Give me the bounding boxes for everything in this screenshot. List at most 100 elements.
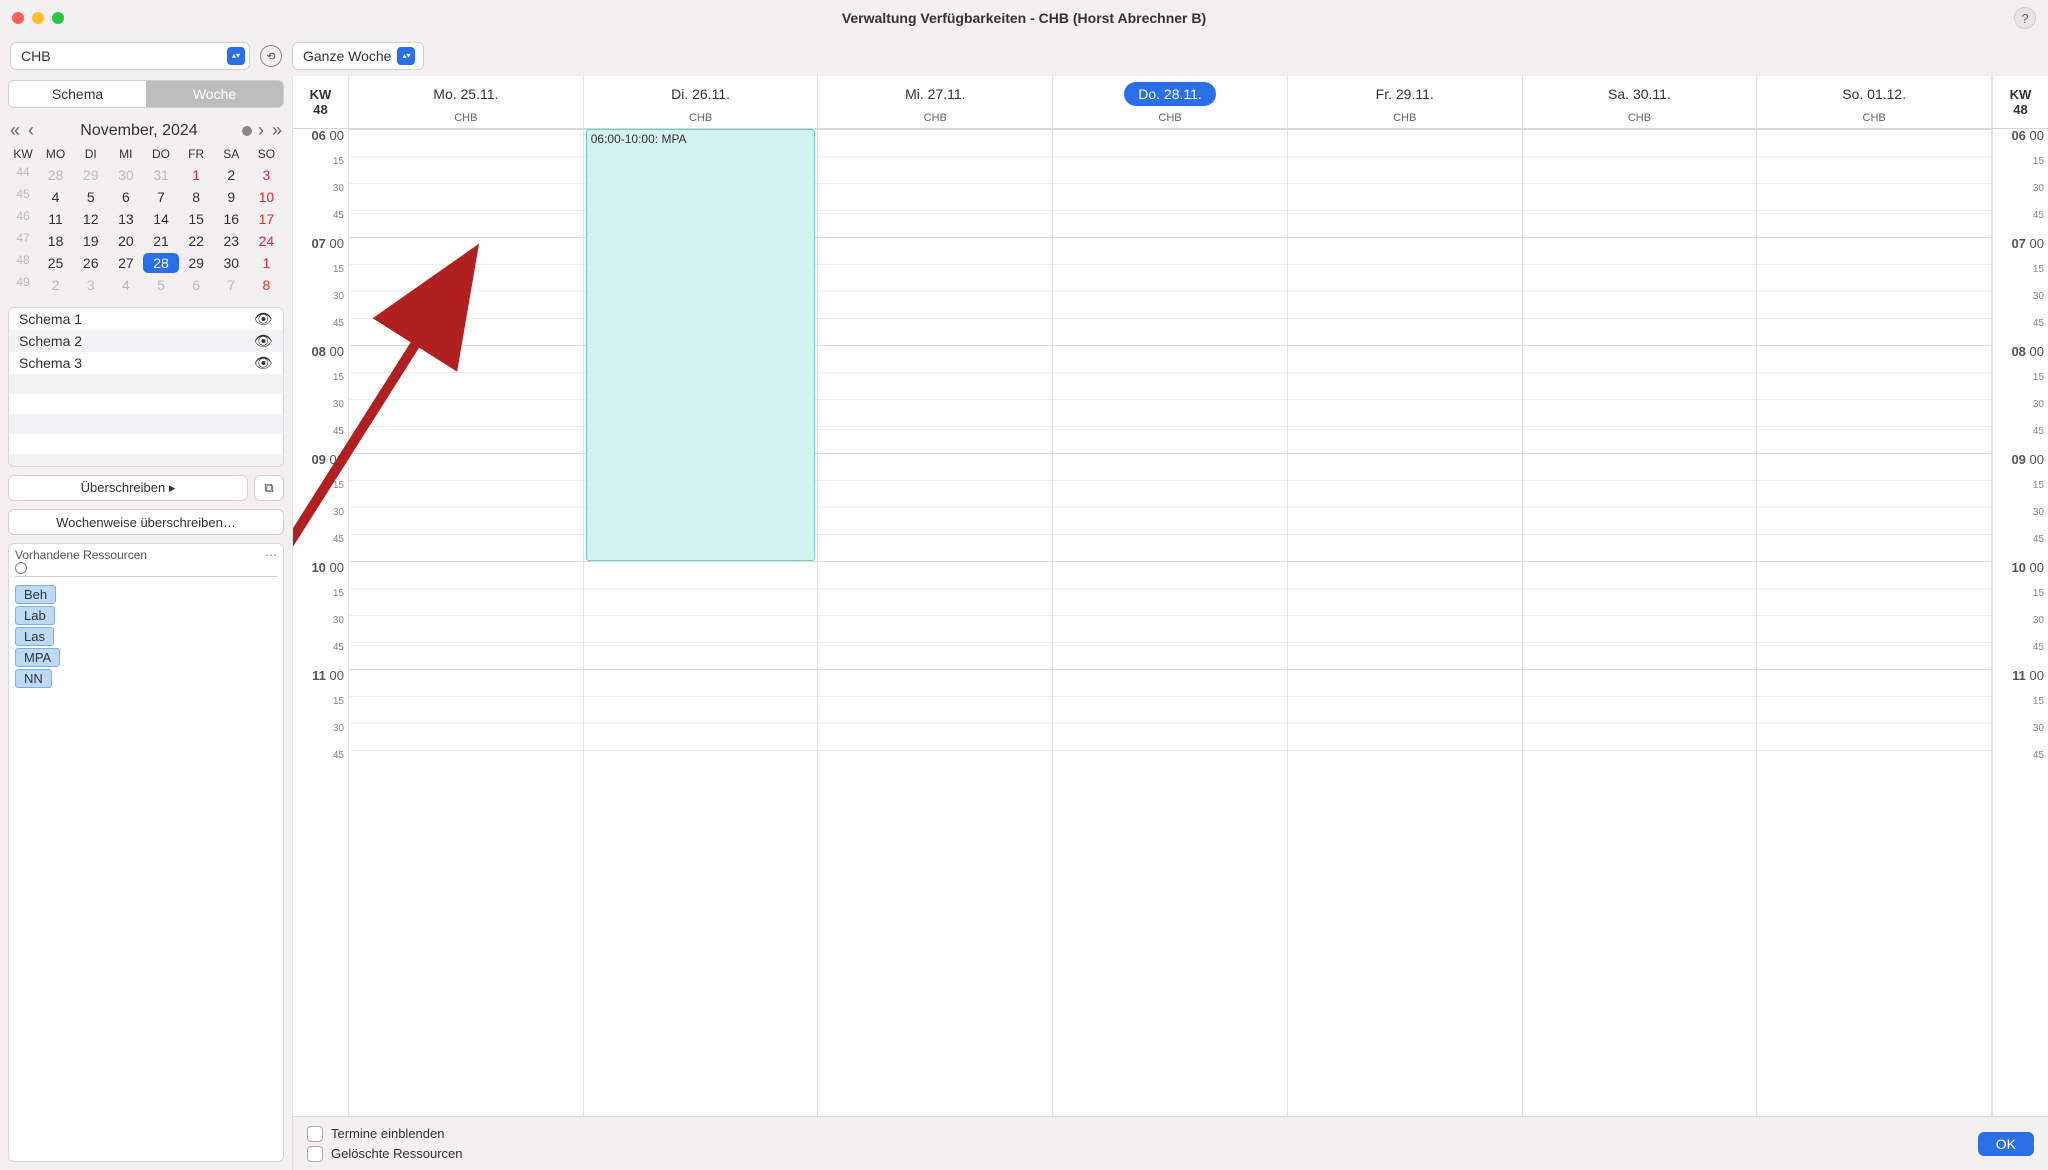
cal-day[interactable]: 23 xyxy=(214,231,249,251)
day-column[interactable] xyxy=(818,129,1053,1170)
cal-header: SA xyxy=(214,145,249,163)
cal-day[interactable]: 19 xyxy=(73,231,108,251)
day-date: Di. 26.11. xyxy=(657,82,744,106)
day-column[interactable]: 06:00-10:00: MPA xyxy=(584,129,819,1170)
cal-day[interactable]: 2 xyxy=(38,275,73,295)
day-column[interactable] xyxy=(1757,129,1992,1170)
resource-combo[interactable]: CHB ▴▾ xyxy=(10,42,250,70)
cal-day[interactable]: 7 xyxy=(214,275,249,295)
cal-day[interactable]: 27 xyxy=(108,253,143,273)
cal-day[interactable]: 5 xyxy=(143,275,178,295)
cal-day[interactable]: 17 xyxy=(249,209,284,229)
schema-list[interactable]: Schema 1👁Schema 2👁Schema 3👁 xyxy=(8,307,284,467)
visibility-icon[interactable]: 👁 xyxy=(254,354,273,372)
cal-next-icon[interactable]: › xyxy=(256,120,266,141)
calendar-event[interactable]: 06:00-10:00: MPA xyxy=(586,129,816,561)
schema-row[interactable]: Schema 2👁 xyxy=(9,330,283,352)
cal-day[interactable]: 21 xyxy=(143,231,178,251)
day-header[interactable]: Mo. 25.11.CHB xyxy=(349,76,584,128)
termine-checkbox[interactable] xyxy=(307,1126,323,1142)
overwrite-weekly-button[interactable]: Wochenweise überschreiben… xyxy=(8,509,284,535)
cal-day[interactable]: 15 xyxy=(179,209,214,229)
cal-day[interactable]: 28 xyxy=(38,165,73,185)
cal-day[interactable]: 8 xyxy=(179,187,214,207)
cal-day[interactable]: 3 xyxy=(249,165,284,185)
day-header[interactable]: So. 01.12.CHB xyxy=(1757,76,1992,128)
cal-day[interactable]: 30 xyxy=(108,165,143,185)
cal-day[interactable]: 10 xyxy=(249,187,284,207)
cal-day[interactable]: 22 xyxy=(179,231,214,251)
overwrite-button[interactable]: Überschreiben ▸ xyxy=(8,475,248,501)
cal-day[interactable]: 5 xyxy=(73,187,108,207)
day-header[interactable]: Mi. 27.11.CHB xyxy=(818,76,1053,128)
cal-day[interactable]: 25 xyxy=(38,253,73,273)
hour-label: 07 00 xyxy=(311,236,344,251)
cal-day[interactable]: 18 xyxy=(38,231,73,251)
cal-day[interactable]: 9 xyxy=(214,187,249,207)
cal-day[interactable]: 6 xyxy=(179,275,214,295)
resource-chip[interactable]: Las xyxy=(15,627,54,646)
cal-day[interactable]: 24 xyxy=(249,231,284,251)
cal-day[interactable]: 14 xyxy=(143,209,178,229)
cal-day[interactable]: 20 xyxy=(108,231,143,251)
cal-day[interactable]: 26 xyxy=(73,253,108,273)
cal-last-icon[interactable]: » xyxy=(270,120,284,141)
cal-day[interactable]: 1 xyxy=(179,165,214,185)
cal-day[interactable]: 16 xyxy=(214,209,249,229)
day-column[interactable] xyxy=(1053,129,1288,1170)
tab-schema[interactable]: Schema xyxy=(9,81,146,107)
day-column[interactable] xyxy=(1523,129,1758,1170)
cal-day[interactable]: 30 xyxy=(214,253,249,273)
cal-day[interactable]: 29 xyxy=(73,165,108,185)
cal-day[interactable]: 6 xyxy=(108,187,143,207)
day-header[interactable]: Fr. 29.11.CHB xyxy=(1288,76,1523,128)
cal-header: DI xyxy=(73,145,108,163)
schema-row[interactable]: Schema 3👁 xyxy=(9,352,283,374)
cal-day[interactable]: 28 xyxy=(143,253,178,273)
resource-chip[interactable]: Lab xyxy=(15,606,55,625)
titlebar: Verwaltung Verfügbarkeiten - CHB (Horst … xyxy=(0,0,2048,36)
visibility-icon[interactable]: 👁 xyxy=(254,310,273,328)
cal-day[interactable]: 4 xyxy=(38,187,73,207)
cal-first-icon[interactable]: « xyxy=(8,120,22,141)
overwrite-menu-button[interactable]: ⧉ xyxy=(254,475,284,501)
hour-label: 09 00 xyxy=(2011,452,2044,467)
minute-label: 45 xyxy=(2033,750,2044,761)
deleted-checkbox[interactable] xyxy=(307,1146,323,1162)
resources-radio[interactable] xyxy=(15,562,27,574)
cal-day[interactable]: 3 xyxy=(73,275,108,295)
day-header[interactable]: Di. 26.11.CHB xyxy=(584,76,819,128)
cal-today-dot[interactable] xyxy=(242,126,252,136)
resource-chip[interactable]: Beh xyxy=(15,585,56,604)
resource-chip[interactable]: MPA xyxy=(15,648,60,667)
minute-label: 30 xyxy=(2033,183,2044,194)
visibility-icon[interactable]: 👁 xyxy=(254,332,273,350)
cal-day[interactable]: 13 xyxy=(108,209,143,229)
cal-day[interactable]: 7 xyxy=(143,187,178,207)
cal-day[interactable]: 31 xyxy=(143,165,178,185)
ok-button[interactable]: OK xyxy=(1978,1132,2034,1156)
cal-day[interactable]: 2 xyxy=(214,165,249,185)
cal-day[interactable]: 4 xyxy=(108,275,143,295)
tab-woche[interactable]: Woche xyxy=(146,81,283,107)
day-column[interactable] xyxy=(1288,129,1523,1170)
cal-header: FR xyxy=(179,145,214,163)
history-button[interactable]: ⟲ xyxy=(260,45,282,67)
cal-prev-icon[interactable]: ‹ xyxy=(26,120,36,141)
minute-label: 45 xyxy=(2033,318,2044,329)
schema-row[interactable]: Schema 1 👁 xyxy=(9,308,283,330)
cal-day[interactable]: 11 xyxy=(38,209,73,229)
day-header[interactable]: Sa. 30.11.CHB xyxy=(1523,76,1758,128)
range-combo[interactable]: Ganze Woche ▴▾ xyxy=(292,42,424,70)
day-header[interactable]: Do. 28.11.CHB xyxy=(1053,76,1288,128)
resources-more-icon[interactable]: ⋯ xyxy=(265,548,277,562)
minute-label: 15 xyxy=(2033,480,2044,491)
cal-day[interactable]: 8 xyxy=(249,275,284,295)
day-column[interactable] xyxy=(349,129,584,1170)
cal-day[interactable]: 1 xyxy=(249,253,284,273)
cal-day[interactable]: 29 xyxy=(179,253,214,273)
resource-chip[interactable]: NN xyxy=(15,669,52,688)
cal-day[interactable]: 12 xyxy=(73,209,108,229)
view-segmented[interactable]: Schema Woche xyxy=(8,80,284,108)
schema-label: Schema 1 xyxy=(19,311,82,327)
